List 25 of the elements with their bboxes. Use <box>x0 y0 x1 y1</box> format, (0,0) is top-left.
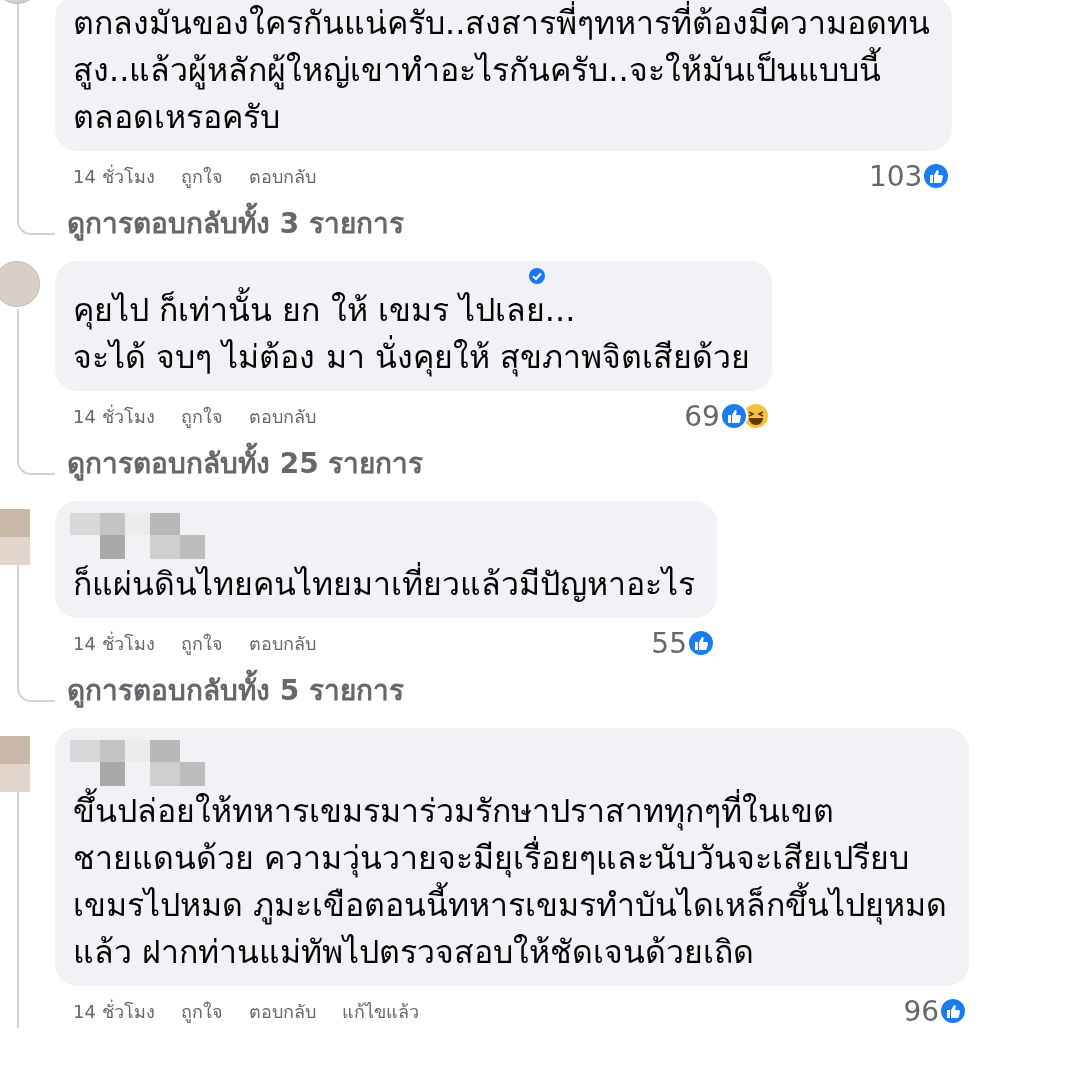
comment-text: ก็แผ่นดินไทยคนไทยมาเที่ยวแล้วมีปัญหาอะไร <box>73 561 695 608</box>
edited-label: แก้ไขแล้ว <box>341 999 419 1024</box>
reaction-count[interactable]: 96 <box>903 994 940 1028</box>
reply-link[interactable]: ตอบกลับ <box>248 401 316 431</box>
comment-time[interactable]: 14 ชั่วโมง <box>73 628 155 658</box>
like-link[interactable]: ถูกใจ <box>180 628 223 658</box>
like-link[interactable]: ถูกใจ <box>180 401 223 431</box>
like-link[interactable]: ถูกใจ <box>180 161 223 191</box>
like-link[interactable]: ถูกใจ <box>180 996 223 1026</box>
reaction-count[interactable]: 69 <box>684 399 720 433</box>
comment-time[interactable]: 14 ชั่วโมง <box>73 401 155 431</box>
comment-text: ขึ้นปล่อยให้ทหารเขมรมาร่วมรักษาปราสาททุกๆที่ในเขต ชายแดนด้วย ความวุ่นวายจะมียุเรื่อยๆและนับวันจะเสียเปรียบ เขมรไปหมด ภูมะเขือตอนนี้ทหารเขมรทำบันไดเหล็กขึ้นไปยุหมด แล้ว ฝากท่านแม่ทัพไปตรวจสอบให้ชัดเจนด้วยเถิด <box>73 788 948 976</box>
reaction-count[interactable]: 55 <box>651 626 687 660</box>
avatar[interactable] <box>0 261 40 307</box>
reaction-count[interactable]: 103 <box>868 159 923 193</box>
comment-time[interactable]: 14 ชั่วโมง <box>73 996 155 1026</box>
reply-link[interactable]: ตอบกลับ <box>248 996 316 1026</box>
comment-text: ตกลงมันของใครกันแน่ครับ..สงสารพี่ๆทหารที่ต้องมีความอดทน สูง..แล้วผู้หลักผู้ใหญ่เขาทำอะไรกันครับ..จะให้มันเป็นแบบนี้ ตลอดเหรอครับ <box>73 0 931 141</box>
comment-time[interactable]: 14 ชั่วโมง <box>73 161 155 191</box>
comment-text: คุยไป ก็เท่านั้น ยก ให้ เขมร ไปเลย... จะได้ จบๆ ไม่ต้อง มา นั่งคุยให้ สุขภาพจิตเสียด้วย <box>73 287 750 381</box>
view-replies-link[interactable]: ดูการตอบกลับทั้ง 5 รายการ <box>55 660 717 728</box>
reply-link[interactable]: ตอบกลับ <box>248 161 316 191</box>
reply-link[interactable]: ตอบกลับ <box>248 628 316 658</box>
view-replies-link[interactable]: ดูการตอบกลับทั้ง 3 รายการ <box>55 193 953 261</box>
view-replies-link[interactable]: ดูการตอบกลับทั้ง 25 รายการ <box>55 433 772 501</box>
